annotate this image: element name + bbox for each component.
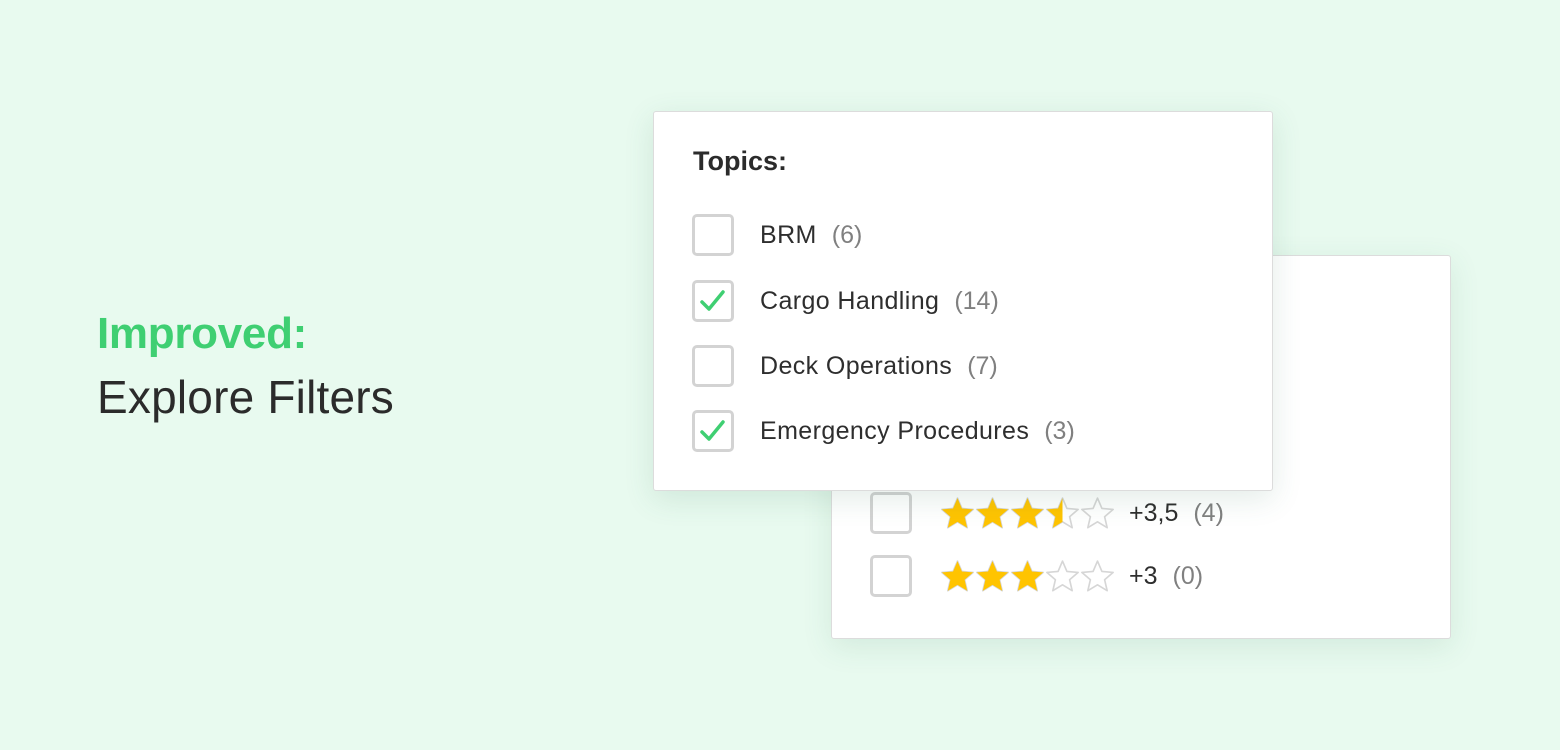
checkmark-icon xyxy=(700,420,725,441)
topic-option-deck-operations[interactable]: Deck Operations (7) xyxy=(692,345,998,387)
star-half-icon xyxy=(1046,497,1079,529)
star-rating xyxy=(940,496,1115,530)
topic-checkbox[interactable] xyxy=(692,214,734,256)
topics-title: Topics: xyxy=(693,146,787,176)
star-filled-icon xyxy=(1011,560,1044,592)
topic-count: (7) xyxy=(967,351,998,380)
rating-option[interactable]: +3,5 (4) xyxy=(870,492,1224,534)
topic-option-brm[interactable]: BRM (6) xyxy=(692,214,862,256)
topics-filter-card: Topics: BRM (6) Cargo Handling (14) Deck… xyxy=(653,111,1273,491)
topic-option-cargo-handling[interactable]: Cargo Handling (14) xyxy=(692,280,999,322)
topic-count: (3) xyxy=(1044,416,1075,445)
headline-title: Explore Filters xyxy=(97,371,394,423)
rating-count: (0) xyxy=(1172,561,1204,590)
rating-checkbox[interactable] xyxy=(870,492,912,534)
rating-checkbox[interactable] xyxy=(870,555,912,597)
topic-option-emergency-procedures[interactable]: Emergency Procedures (3) xyxy=(692,410,1075,452)
star-filled-icon xyxy=(1011,497,1044,529)
headline: Improved: Explore Filters xyxy=(97,306,394,432)
headline-accent: Improved: xyxy=(97,309,307,358)
checkmark-icon xyxy=(700,290,725,311)
star-filled-icon xyxy=(976,560,1009,592)
rating-option[interactable]: +3 (0) xyxy=(870,555,1203,597)
topic-checkbox[interactable] xyxy=(692,410,734,452)
star-filled-icon xyxy=(976,497,1009,529)
topic-checkbox[interactable] xyxy=(692,345,734,387)
star-empty-icon xyxy=(1046,560,1079,592)
topic-label: BRM xyxy=(760,220,817,249)
topic-label: Deck Operations xyxy=(760,351,953,380)
rating-count: (4) xyxy=(1193,498,1224,527)
topic-checkbox[interactable] xyxy=(692,280,734,322)
star-filled-icon xyxy=(941,497,974,529)
topic-label: Emergency Procedures xyxy=(760,416,1030,445)
star-empty-icon xyxy=(1081,497,1114,529)
star-empty-icon xyxy=(1081,560,1114,592)
topic-count: (6) xyxy=(831,220,863,249)
star-rating xyxy=(940,559,1115,593)
topic-count: (14) xyxy=(954,286,999,315)
topic-label: Cargo Handling xyxy=(760,286,940,315)
rating-label: +3,5 xyxy=(1129,498,1179,527)
rating-label: +3 xyxy=(1129,561,1158,590)
star-filled-icon xyxy=(941,560,974,592)
